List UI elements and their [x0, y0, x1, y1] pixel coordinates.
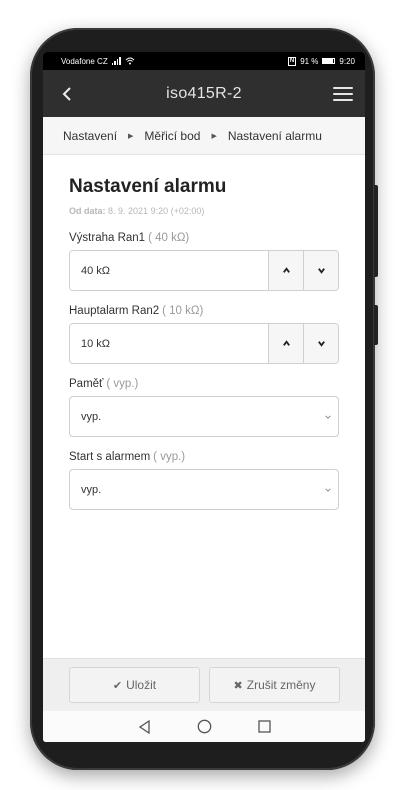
volume-button: [374, 185, 378, 277]
breadcrumb-item-alarm-settings: Nastavení alarmu: [227, 128, 322, 143]
battery-icon: [322, 58, 336, 64]
cancel-changes-button[interactable]: ✖ Zrušit změny: [209, 667, 340, 703]
save-button[interactable]: ✔ Uložit: [69, 667, 200, 703]
cancel-button-label: Zrušit změny: [246, 678, 316, 692]
memory-select[interactable]: vyp.: [69, 396, 339, 437]
memory-label: Paměť( vyp.): [69, 378, 339, 390]
app-title: iso415R-2: [166, 84, 242, 102]
form-footer: ✔ Uložit ✖ Zrušit změny: [43, 658, 365, 711]
wifi-icon: [125, 57, 135, 65]
nav-recents-icon[interactable]: [257, 720, 271, 733]
ran2-input[interactable]: 10 kΩ: [70, 324, 268, 363]
x-icon: ✖: [233, 679, 243, 692]
chevron-down-icon: [325, 487, 331, 492]
chevron-up-icon: [282, 340, 290, 346]
hamburger-menu-icon[interactable]: [332, 86, 353, 101]
start-alarm-select-value: vyp.: [81, 483, 102, 496]
date-label: Od data:: [69, 206, 106, 216]
ran1-hint: ( 40 kΩ): [148, 232, 190, 244]
chevron-down-icon: [317, 268, 325, 274]
breadcrumb-item-settings[interactable]: Nastavení: [63, 129, 117, 143]
main-content: Nastavení alarmu Od data: 8. 9. 2021 9:2…: [43, 155, 365, 510]
system-nav-bar: [43, 711, 365, 742]
ran1-label-text: Výstraha Ran1: [69, 232, 146, 244]
chevron-down-icon: [325, 414, 331, 419]
caret-right-icon: ▶: [211, 132, 217, 140]
battery-percent: 91 %: [300, 56, 319, 66]
ran2-label-text: Hauptalarm Ran2: [69, 305, 160, 317]
ran1-decrement-button[interactable]: [303, 251, 338, 290]
page-title: Nastavení alarmu: [69, 176, 227, 197]
memory-hint: ( vyp.): [106, 378, 139, 390]
carrier-name: Vodafone CZ: [61, 56, 108, 66]
phone-screen: Vodafone CZ N 91 % 9:20 iso415R-2 Nastav…: [43, 52, 365, 742]
nav-back-icon[interactable]: [138, 719, 151, 734]
nfc-icon: N: [287, 56, 297, 66]
power-button: [374, 305, 378, 345]
signal-icon: [111, 57, 121, 65]
ran2-decrement-button[interactable]: [303, 324, 338, 363]
check-icon: ✔: [112, 679, 123, 692]
memory-select-value: vyp.: [81, 410, 102, 423]
chevron-left-icon[interactable]: [59, 86, 75, 101]
valid-from-date: Od data: 8. 9. 2021 9:20 (+02:00): [69, 206, 339, 216]
breadcrumb-item-measuring-point[interactable]: Měřicí bod: [144, 129, 200, 143]
start-alarm-hint: ( vyp.): [153, 451, 186, 463]
date-value: 8. 9. 2021 9:20 (+02:00): [108, 206, 205, 216]
caret-right-icon: ▶: [128, 132, 134, 140]
ran1-increment-button[interactable]: [268, 251, 303, 290]
ran1-input[interactable]: 40 kΩ: [70, 251, 268, 290]
app-header: iso415R-2: [43, 70, 365, 117]
chevron-down-icon: [317, 341, 325, 347]
ran1-label: Výstraha Ran1( 40 kΩ): [69, 232, 339, 244]
memory-label-text: Paměť: [69, 378, 104, 390]
clock: 9:20: [339, 56, 355, 66]
ran1-stepper: 40 kΩ: [69, 250, 339, 291]
status-bar: Vodafone CZ N 91 % 9:20: [43, 52, 365, 70]
start-alarm-label: Start s alarmem( vyp.): [69, 451, 339, 463]
chevron-up-icon: [282, 267, 290, 273]
start-alarm-label-text: Start s alarmem: [69, 451, 151, 463]
ran2-label: Hauptalarm Ran2( 10 kΩ): [69, 305, 339, 317]
ran2-stepper: 10 kΩ: [69, 323, 339, 364]
nav-home-icon[interactable]: [197, 719, 212, 734]
breadcrumb: Nastavení ▶ Měřicí bod ▶ Nastavení alarm…: [43, 117, 365, 155]
ran2-hint: ( 10 kΩ): [162, 305, 204, 317]
start-alarm-select[interactable]: vyp.: [69, 469, 339, 510]
ran2-increment-button[interactable]: [268, 324, 303, 363]
save-button-label: Uložit: [126, 678, 157, 692]
